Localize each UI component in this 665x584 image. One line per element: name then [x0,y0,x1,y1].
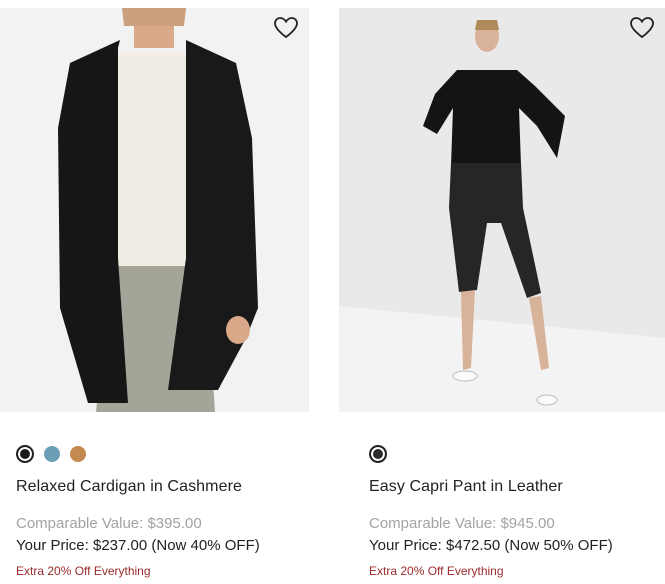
product-card[interactable]: Easy Capri Pant in Leather Comparable Va… [339,8,665,578]
color-swatch-camel[interactable] [70,446,86,462]
product-image[interactable] [0,8,309,412]
promo-text: Extra 20% Off Everything [369,564,504,578]
promo-text: Extra 20% Off Everything [16,564,151,578]
color-swatches [16,445,86,463]
product-name[interactable]: Relaxed Cardigan in Cashmere [16,478,242,496]
your-price: Your Price: $237.00 (Now 40% OFF) [16,537,260,554]
color-swatches [369,445,387,463]
wishlist-heart-icon[interactable] [273,16,299,40]
comparable-value: Comparable Value: $945.00 [369,515,555,532]
wishlist-heart-icon[interactable] [629,16,655,40]
product-image[interactable] [339,8,665,412]
product-name[interactable]: Easy Capri Pant in Leather [369,478,563,496]
cardigan-model-photo [0,8,309,412]
your-price: Your Price: $472.50 (Now 50% OFF) [369,537,613,554]
product-card[interactable]: Relaxed Cardigan in Cashmere Comparable … [0,8,309,578]
capri-pant-model-photo [339,8,665,412]
color-swatch-black[interactable] [369,445,387,463]
color-swatch-black[interactable] [16,445,34,463]
color-swatch-blue[interactable] [44,446,60,462]
comparable-value: Comparable Value: $395.00 [16,515,202,532]
